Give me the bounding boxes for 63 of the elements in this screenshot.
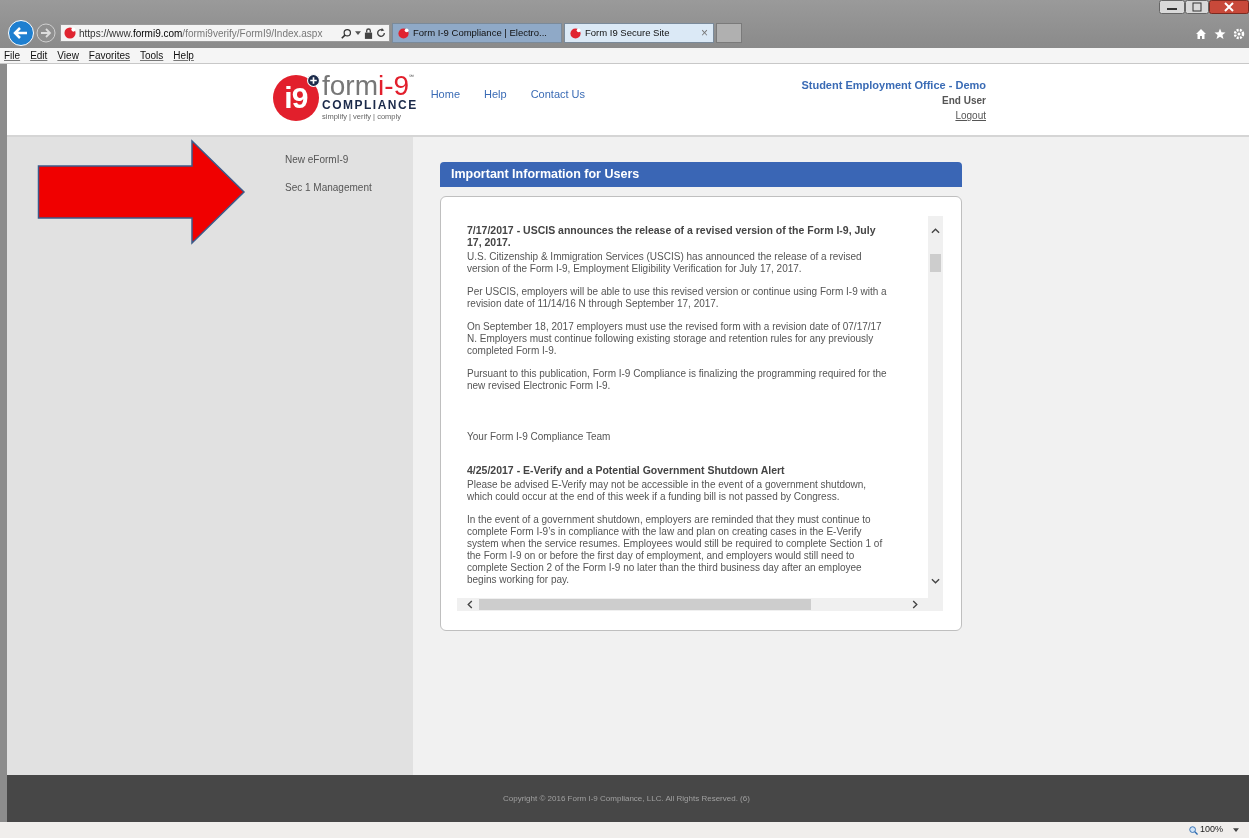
logo-word: form: [322, 74, 378, 98]
caret-icon[interactable]: [355, 30, 361, 36]
menu-item[interactable]: View: [57, 48, 79, 63]
scroll-up-icon[interactable]: [931, 228, 940, 234]
logo-badge-text: i9: [284, 82, 308, 113]
lock-icon: [364, 27, 373, 39]
plus-icon: [307, 73, 320, 87]
horizontal-scrollbar[interactable]: [457, 598, 943, 611]
news-heading: 4/25/2017 - E-Verify and a Potential Government Shutdown Alert: [467, 464, 786, 476]
news-paragraph: In the event of a government shutdown, employers are reminded that they must continue to complete Form I-9’s in compliance with the law and plan on creating cases in the E-Verify system when the service resumes. Employees would still be required to complete Section 1 of the Form I-9 on or before the first day of employment, and employers would still need to complete Section 2 of the Form I-9 no later than the third business day after an employee begins working for pay.: [467, 514, 884, 586]
logo-company: COMPLIANCE: [322, 98, 418, 112]
nav-link[interactable]: Help: [484, 86, 507, 103]
site-icon: [64, 27, 76, 39]
scroll-right-icon[interactable]: [912, 600, 918, 609]
scroll-down-icon[interactable]: [931, 578, 940, 584]
browser-tab[interactable]: Form I9 Secure Site ×: [564, 23, 714, 43]
site-icon: [570, 27, 581, 39]
logout-link[interactable]: Logout: [955, 108, 986, 123]
minimize-button[interactable]: [1159, 0, 1185, 14]
restore-button[interactable]: [1185, 0, 1209, 14]
site-icon: [398, 27, 409, 39]
refresh-icon[interactable]: [376, 28, 386, 38]
browser-tab[interactable]: Form I-9 Compliance | Electro...: [392, 23, 562, 43]
nav-link[interactable]: Home: [430, 86, 460, 103]
news-heading: 7/17/2017 - USCIS announces the release of a revised version of the Form I-9, July 17, 2017.: [467, 224, 877, 248]
vertical-scrollbar[interactable]: [928, 216, 943, 598]
sidebar-item[interactable]: Sec 1 Management: [285, 180, 413, 195]
sidebar-item[interactable]: New eFormI-9: [285, 152, 413, 167]
caret-icon[interactable]: [1233, 828, 1239, 832]
scroll-thumb[interactable]: [930, 254, 941, 272]
menu-item[interactable]: Edit: [30, 48, 48, 63]
news-paragraph: Please be advised E-Verify may not be accessible in the event of a government shutdown, which could occur at the end of this week if a funding bill is not passed by Congress.: [467, 479, 868, 503]
news-paragraph: Per USCIS, employers will be able to use this revised version or continue using Form I-9 with a revision date of 11/14/16 N through September 17, 2017.: [467, 286, 888, 310]
back-button[interactable]: [8, 20, 34, 46]
news-paragraph: Pursuant to this publication, Form I-9 Compliance is finalizing the programming required for the new revised Electronic Form I-9.: [467, 368, 888, 392]
scroll-left-icon[interactable]: [467, 600, 473, 609]
tab-title: Form I9 Secure Site: [585, 25, 671, 40]
menu-item[interactable]: Help: [173, 48, 194, 63]
signature-text: Your Form I-9 Compliance Team: [467, 431, 612, 443]
tab-title: Form I-9 Compliance | Electro...: [413, 25, 548, 40]
home-icon[interactable]: [1195, 28, 1207, 40]
news-paragraph: On September 18, 2017 employers must use the revised form with a revision date of 07/17/17 N. Employers must continue following existing storage and retention rules for any previously completed Form I-9.: [467, 321, 883, 357]
zoom-control[interactable]: 100%: [1188, 823, 1223, 837]
user-role: End User: [942, 94, 986, 108]
menu-item[interactable]: File: [4, 48, 21, 63]
logo-mark: i-9: [378, 74, 410, 98]
search-icon[interactable]: [341, 27, 352, 39]
zoom-icon: [1188, 825, 1198, 835]
nav-link[interactable]: Contact Us: [530, 86, 586, 103]
menu-item[interactable]: Tools: [140, 48, 164, 63]
forward-button[interactable]: [36, 23, 56, 43]
copyright-text: Copyright © 2016 Form I-9 Compliance, LLC. All Rights Reserved. (6): [503, 792, 750, 805]
panel-title: Important Information for Users: [451, 166, 640, 184]
url-text: https://www.formi9.com/formi9verify/FormI9/Index.aspx: [79, 26, 324, 41]
address-bar[interactable]: https://www.formi9.com/formi9verify/FormI9/Index.aspx: [60, 24, 390, 42]
close-tab-icon[interactable]: ×: [701, 27, 708, 39]
menu-item[interactable]: Favorites: [88, 48, 130, 63]
scroll-thumb[interactable]: [479, 599, 811, 610]
organization-name: Student Employment Office - Demo: [801, 78, 986, 93]
news-paragraph: U.S. Citizenship & Immigration Services (USCIS) has announced the release of a revised version of the Form I-9, Employment Eligibility Verification for July 17, 2017.: [467, 251, 863, 275]
settings-icon[interactable]: [1233, 28, 1245, 40]
close-button[interactable]: [1209, 0, 1249, 14]
favorites-icon[interactable]: [1214, 28, 1226, 40]
